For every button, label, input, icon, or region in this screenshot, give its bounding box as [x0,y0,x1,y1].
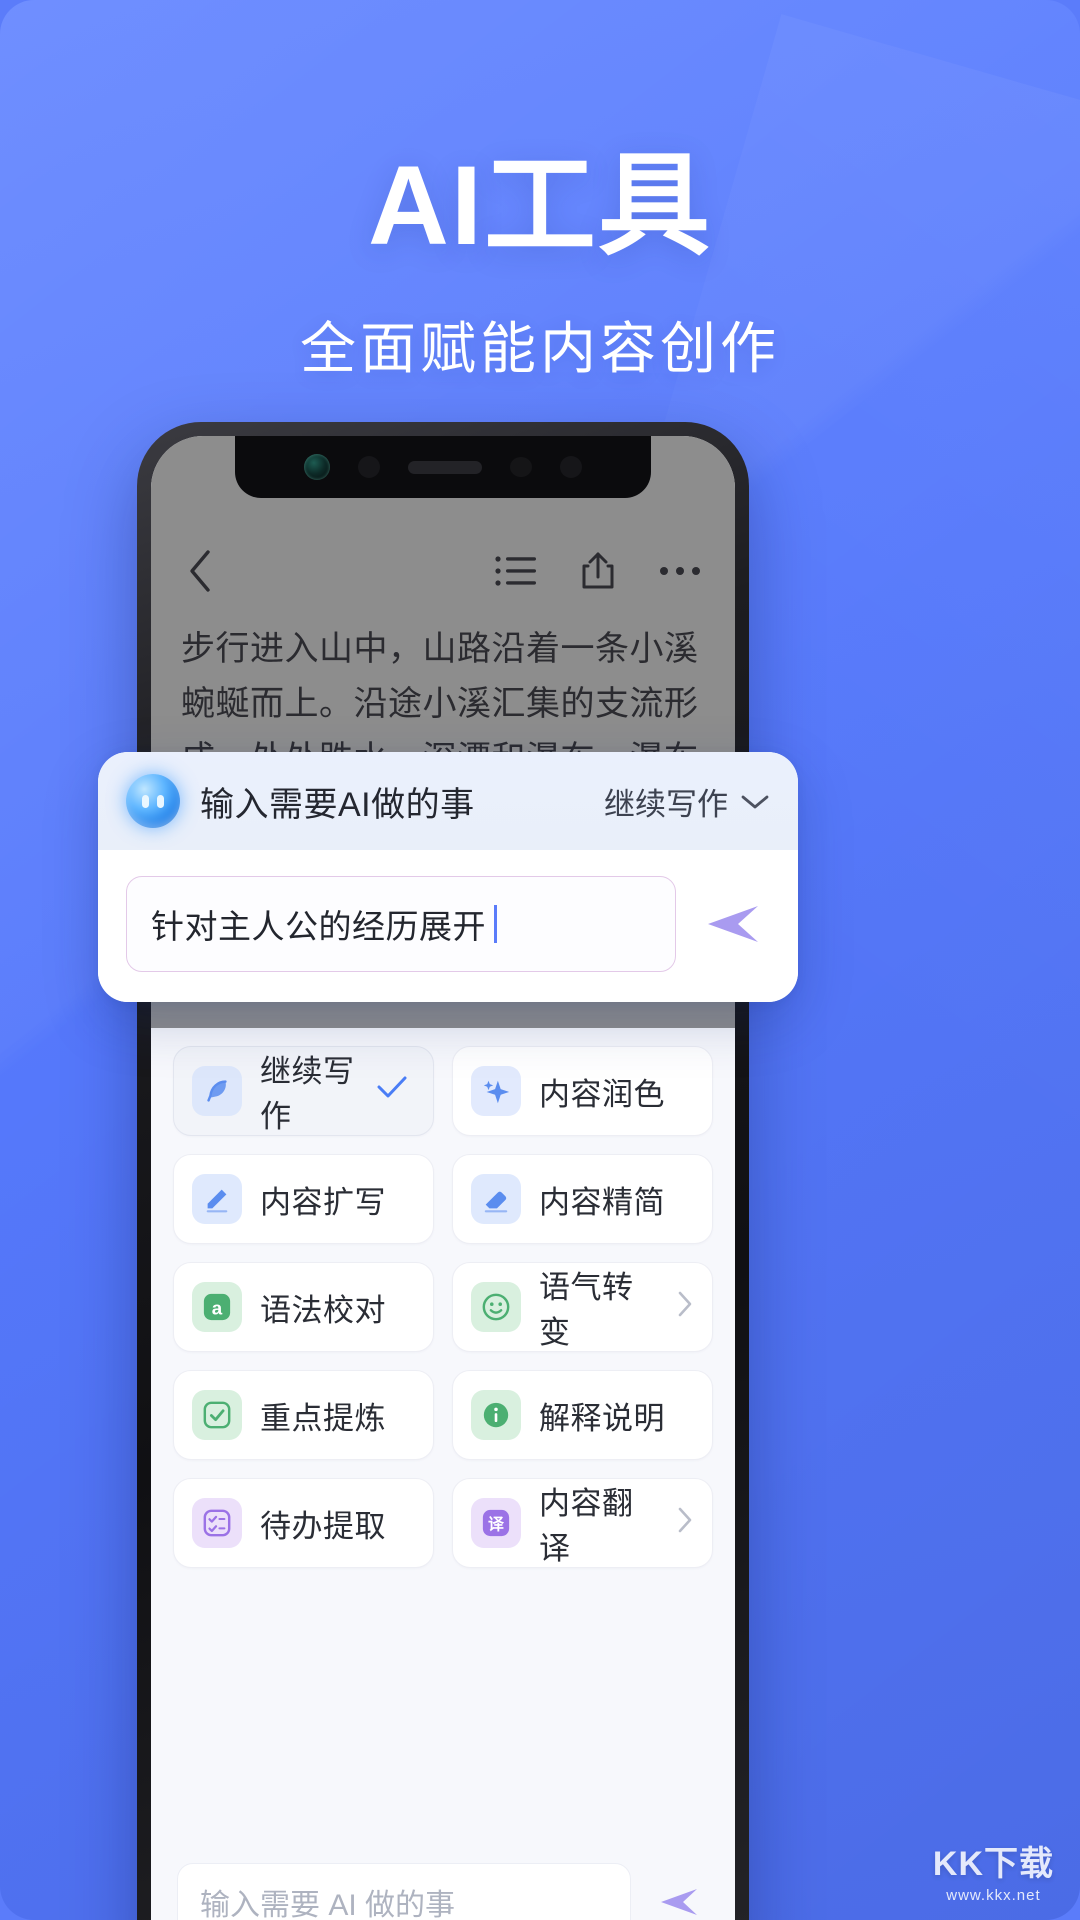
ai-function-grid: 继续写作 内容润色内容扩写 内容精简 a 语法校对 语气转变重点提炼 解释说明待办提取 译 内容… [173,1046,713,1568]
feather-icon [192,1066,242,1116]
chevron-left-icon[interactable] [185,548,215,594]
ai-mode-selector[interactable]: 继续写作 [604,779,770,824]
phone-mockup: 步行进入山中，山路沿着一条小溪蜿蜒而上。沿途小溪汇集的支流形成一处处跌水、深潭和… [137,422,749,1920]
ai-function-card[interactable]: a 语法校对 [173,1262,434,1352]
more-horizontal-icon[interactable] [659,565,701,577]
ai-function-card[interactable]: 内容精简 [452,1154,713,1244]
ai-function-label: 重点提炼 [260,1393,415,1438]
ai-function-label: 语法校对 [260,1285,415,1330]
chevron-right-icon [676,1506,694,1541]
bottom-ai-input[interactable]: 输入需要 AI 做的事 [177,1863,631,1920]
ai-function-panel: 继续写作 内容润色内容扩写 内容精简 a 语法校对 语气转变重点提炼 解释说明待办提取 译 内容… [151,1028,735,1920]
ai-function-card[interactable]: 继续写作 [173,1046,434,1136]
todo-list-icon [192,1498,242,1548]
ai-prompt-value: 针对主人公的经历展开 [151,900,486,948]
ai-function-label: 内容翻译 [539,1478,658,1568]
front-camera-icon [304,454,330,480]
ai-function-card[interactable]: 语气转变 [452,1262,713,1352]
sparkle-icon [471,1066,521,1116]
earpiece-speaker-icon [408,461,482,474]
page-subtitle: 全面赋能内容创作 [0,304,1080,385]
ai-function-label: 语气转变 [539,1262,658,1352]
ai-function-card[interactable]: 解释说明 [452,1370,713,1460]
send-icon[interactable] [649,1872,709,1920]
ai-overlay-header: 输入需要AI做的事 继续写作 [98,752,798,850]
page-title: AI工具 [0,150,1080,262]
phone-bottom-input-bar: 输入需要 AI 做的事 [151,1842,735,1920]
ai-function-label: 待办提取 [260,1501,415,1546]
ai-function-label: 内容润色 [539,1069,694,1114]
list-outline-icon[interactable] [495,554,537,588]
ai-orb-icon [126,774,180,828]
check-square-icon [192,1390,242,1440]
watermark-main: KK下载 [933,1836,1054,1885]
light-sensor-icon [510,457,532,477]
ai-function-card[interactable]: 重点提炼 [173,1370,434,1460]
poster-headings: AI工具 全面赋能内容创作 [0,150,1080,385]
ai-function-card[interactable]: 内容扩写 [173,1154,434,1244]
ai-function-label: 内容精简 [539,1177,694,1222]
ai-mode-label: 继续写作 [604,779,728,824]
ai-function-card[interactable]: 译 内容翻译 [452,1478,713,1568]
translate-icon: 译 [471,1498,521,1548]
ai-function-label: 解释说明 [539,1393,694,1438]
share-icon[interactable] [579,551,617,591]
phone-notch [235,436,651,498]
chevron-down-icon [740,783,770,819]
send-icon[interactable] [696,887,770,961]
watermark: KK下载 www.kkx.net [933,1836,1054,1904]
check-icon [375,1074,409,1108]
document-toolbar [151,532,735,610]
svg-text:译: 译 [488,1516,505,1534]
eraser-icon [471,1174,521,1224]
letter-a-icon: a [192,1282,242,1332]
ai-function-card[interactable]: 内容润色 [452,1046,713,1136]
ai-prompt-input[interactable]: 针对主人公的经历展开 [126,876,676,972]
ai-function-label: 内容扩写 [260,1177,415,1222]
smiley-icon [471,1282,521,1332]
ir-sensor-icon [560,456,582,478]
ai-overlay-title: 输入需要AI做的事 [200,777,584,826]
chevron-right-icon [676,1290,694,1325]
pencil-icon [192,1174,242,1224]
text-caret [494,905,497,943]
ai-command-overlay: 输入需要AI做的事 继续写作 针对主人公的经历展开 [98,752,798,1002]
info-icon [471,1390,521,1440]
ai-input-row: 针对主人公的经历展开 [98,850,798,1002]
poster-background: AI工具 全面赋能内容创作 [0,0,1080,1920]
watermark-sub: www.kkx.net [946,1887,1040,1904]
ai-function-card[interactable]: 待办提取 [173,1478,434,1568]
phone-screen: 步行进入山中，山路沿着一条小溪蜿蜒而上。沿途小溪汇集的支流形成一处处跌水、深潭和… [151,436,735,1920]
svg-text:a: a [212,1298,223,1319]
ai-function-label: 继续写作 [260,1046,357,1136]
proximity-sensor-icon [358,456,380,478]
